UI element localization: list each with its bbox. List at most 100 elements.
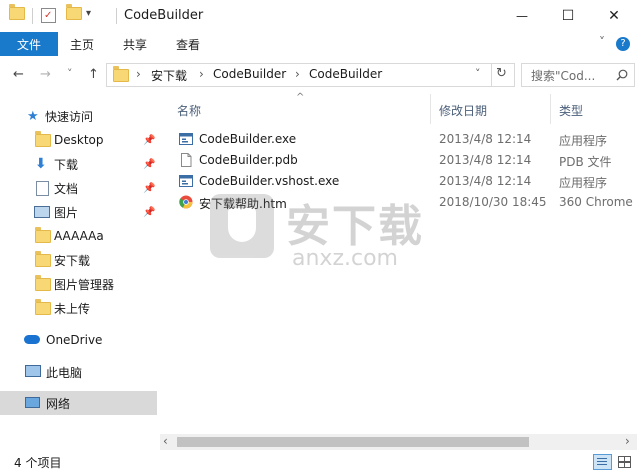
watermark-text: 安下载 (286, 201, 424, 252)
sidebar-item-label: 此电脑 (46, 365, 83, 380)
column-header-date[interactable]: 修改日期 (439, 102, 487, 119)
navigation-bar: ← → ˅ ↑ › 安下载 › CodeBuilder › CodeBuilde… (0, 56, 637, 94)
sidebar-item-label: 图片管理器 (54, 277, 115, 292)
file-date: 2013/4/8 12:14 (439, 153, 532, 167)
item-count: 4 个项目 (14, 456, 62, 470)
refresh-icon[interactable]: ↻ (496, 66, 507, 81)
sidebar-quick-access[interactable]: ★ 快速访问 (0, 104, 157, 128)
exe-icon (179, 133, 193, 145)
forward-button[interactable]: → (40, 67, 51, 82)
column-header-type[interactable]: 类型 (559, 102, 583, 119)
folder-icon (9, 4, 25, 20)
tab-share[interactable]: 共享 (123, 32, 147, 56)
watermark-domain: anxz.com (292, 246, 398, 271)
search-icon[interactable] (616, 69, 628, 81)
sidebar-item-picture-manager[interactable]: 图片管理器 (0, 272, 157, 296)
customize-toolbar-icon[interactable]: ▾ (86, 8, 91, 19)
file-icon (181, 153, 192, 167)
large-icons-view-icon[interactable] (616, 454, 631, 468)
file-date: 2013/4/8 12:14 (439, 174, 532, 188)
title-bar: ✓ ▾ CodeBuilder — ☐ ✕ (0, 0, 637, 32)
details-view-icon[interactable] (593, 454, 612, 470)
ribbon: 文件 主页 共享 查看 ˅ ? (0, 32, 637, 57)
sidebar-item-label: 下载 (54, 157, 79, 172)
file-name: CodeBuilder.vshost.exe (199, 174, 340, 188)
breadcrumb-separator: › (199, 67, 204, 81)
sidebar-item-onedrive[interactable]: OneDrive (0, 328, 157, 352)
maximize-button[interactable]: ☐ (545, 0, 591, 32)
qa-divider (32, 8, 33, 24)
status-bar: 4 个项目 (0, 450, 637, 472)
minimize-button[interactable]: — (499, 0, 545, 32)
tab-view[interactable]: 查看 (176, 32, 200, 56)
recent-locations-button[interactable]: ˅ (67, 67, 73, 80)
horizontal-scrollbar[interactable]: ‹ › (160, 434, 637, 450)
column-divider[interactable] (550, 94, 551, 124)
sidebar-item-label: 未上传 (54, 301, 91, 316)
properties-icon[interactable]: ✓ (41, 8, 56, 23)
chrome-icon (179, 195, 193, 209)
file-date: 2013/4/8 12:14 (439, 132, 532, 146)
scroll-left-button[interactable]: ‹ (163, 434, 168, 448)
exe-icon (179, 175, 193, 187)
sidebar-item-label: 图片 (54, 205, 79, 220)
sidebar-item-not-uploaded[interactable]: 未上传 (0, 296, 157, 320)
sidebar-item-label: 网络 (46, 396, 71, 411)
table-row[interactable]: CodeBuilder.pdb 2013/4/8 12:14 PDB 文件 (174, 150, 634, 171)
breadcrumb-item[interactable]: CodeBuilder (213, 67, 286, 81)
address-bar[interactable]: › 安下载 › CodeBuilder › CodeBuilder ˅ ↻ (106, 63, 515, 87)
pin-icon: 📌 (143, 206, 156, 218)
watermark: 安下载 anxz.com (210, 190, 450, 280)
tab-home[interactable]: 主页 (70, 32, 94, 56)
close-button[interactable]: ✕ (591, 0, 637, 32)
sidebar-item-documents[interactable]: 文档 📌 (0, 176, 157, 200)
address-dropdown-icon[interactable]: ˅ (475, 67, 481, 80)
up-button[interactable]: ↑ (88, 67, 99, 82)
sidebar-item-anxz[interactable]: 安下载 (0, 248, 157, 272)
sidebar-item-desktop[interactable]: Desktop 📌 (0, 128, 157, 152)
tab-file[interactable]: 文件 (0, 32, 58, 56)
sidebar-item-this-pc[interactable]: 此电脑 (0, 360, 157, 384)
file-type: 360 Chrome H (559, 195, 637, 209)
download-icon: ⬇ (35, 156, 47, 172)
folder-icon (35, 130, 51, 147)
file-date: 2018/10/30 18:45 (439, 195, 547, 209)
folder-icon (35, 250, 51, 267)
column-divider[interactable] (430, 94, 431, 124)
search-box[interactable]: 搜索"Cod... (521, 63, 635, 87)
pin-icon: 📌 (143, 182, 156, 194)
search-input[interactable]: 搜索"Cod... (531, 67, 595, 84)
new-folder-icon[interactable] (66, 4, 82, 20)
table-row[interactable]: CodeBuilder.vshost.exe 2013/4/8 12:14 应用… (174, 171, 634, 192)
folder-icon (113, 66, 129, 82)
breadcrumb-separator: › (136, 67, 141, 81)
sidebar-item-pictures[interactable]: 图片 📌 (0, 200, 157, 224)
sidebar-item-label: 快速访问 (45, 109, 94, 124)
pin-icon: 📌 (143, 158, 156, 170)
help-icon[interactable]: ? (616, 37, 630, 51)
document-icon (36, 180, 49, 196)
network-icon (25, 397, 40, 408)
table-row[interactable]: CodeBuilder.exe 2013/4/8 12:14 应用程序 (174, 129, 634, 150)
pictures-icon (34, 206, 50, 218)
breadcrumb-separator: › (295, 67, 300, 81)
scrollbar-thumb[interactable] (177, 437, 529, 447)
watermark-logo-icon (210, 194, 274, 258)
pin-icon: 📌 (143, 134, 156, 146)
sidebar-item-downloads[interactable]: ⬇ 下载 📌 (0, 152, 157, 176)
file-type: 应用程序 (559, 176, 608, 190)
scroll-right-button[interactable]: › (625, 434, 630, 448)
breadcrumb-item[interactable]: CodeBuilder (309, 67, 382, 81)
sidebar-item-label: 文档 (54, 181, 79, 196)
sidebar-item-network[interactable]: 网络 (0, 391, 157, 415)
column-header-name[interactable]: 名称 (177, 102, 201, 119)
sidebar-item-label: OneDrive (46, 333, 103, 347)
sidebar-item-aaaaaa[interactable]: AAAAAa (0, 224, 157, 248)
breadcrumb-item[interactable]: 安下载 (151, 67, 187, 84)
ribbon-expand-icon[interactable]: ˅ (599, 35, 605, 49)
star-icon: ★ (27, 108, 39, 124)
folder-icon (35, 298, 51, 315)
back-button[interactable]: ← (13, 67, 24, 82)
sort-indicator-icon: ^ (296, 92, 305, 103)
window-title: CodeBuilder (124, 8, 204, 23)
